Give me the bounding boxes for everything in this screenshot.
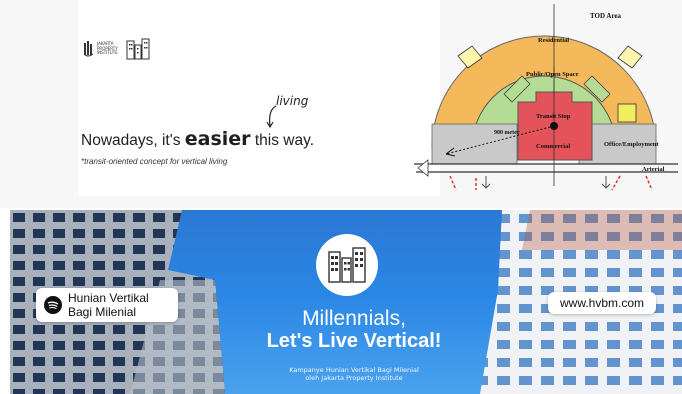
headline-after: this way. [250,132,314,149]
subcaption: *transit-oriented concept for vertical l… [81,157,228,166]
campaign-caption: Kampanye Hunian Vertikal Bagi Milenial o… [238,366,470,382]
website-link[interactable]: www.hvbm.com [548,292,656,314]
logo-text-line: INSTITUTE [97,50,118,56]
spotify-icon [44,296,62,314]
buildings-logo-icon [328,247,366,283]
top-slide-panel: JAKARTA PROPERTY INSTITUTE living Nowada… [0,0,682,208]
spotify-line-2: Bagi Milenial [68,305,137,319]
tod-diagram-svg: TOD Area Residential Public/Open Space T… [414,4,678,191]
headline-before: Nowadays, it's [81,132,185,149]
banner-logo-circle [316,234,378,296]
logo-row: JAKARTA PROPERTY INSTITUTE [84,38,150,60]
jpi-logo: JAKARTA PROPERTY INSTITUTE [84,41,118,57]
jpi-logo-text: JAKARTA PROPERTY INSTITUTE [97,41,118,56]
campaign-line-1: Kampanye Hunian Vertikal Bagi Milenial [289,366,419,374]
residential-label: Residential [538,37,569,44]
spotify-line-1: Hunian Vertikal [68,291,149,305]
campaign-banner: Hunian Vertikal Bagi Milenial www.hvbm.c… [10,210,682,394]
vertical-living-logo-icon [126,38,150,60]
banner-center: Millennials, Let's Live Vertical! Kampan… [238,210,470,394]
tod-diagram: TOD Area Residential Public/Open Space T… [406,0,682,208]
spotify-label: Hunian Vertikal Bagi Milenial [68,291,149,319]
arterial-label: Arterial [642,166,665,173]
slide-card: JAKARTA PROPERTY INSTITUTE living Nowada… [78,0,440,196]
headline: Nowadays, it's easier this way. [81,128,314,150]
office-label: Office/Employment [604,141,659,148]
public-space-label: Public/Open Space [526,71,579,78]
banner-subtitle: Let's Live Vertical! [266,330,442,352]
campaign-line-2: oleh Jakarta Property Institute [305,374,403,382]
transit-stop-label: Transit Stop [536,113,571,120]
commercial-label: Commercial [536,143,570,150]
spotify-podcast-badge[interactable]: Hunian Vertikal Bagi Milenial [36,288,178,322]
jpi-mark-icon [84,41,94,57]
annotation-arrow-icon [266,105,277,129]
tod-area-label: TOD Area [590,12,622,20]
distance-label: 900 meter [494,130,520,136]
banner-title: Millennials, [302,307,406,330]
headline-bold: easier [184,128,251,150]
